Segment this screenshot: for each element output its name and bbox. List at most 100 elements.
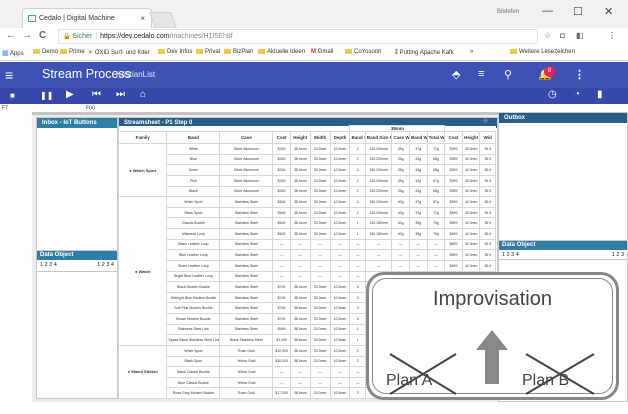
family-cell: ● Watch Edition [117, 344, 168, 400]
reload-icon[interactable]: C [39, 30, 46, 41]
browser-menu-icon[interactable]: ⋮ [608, 31, 616, 40]
table-cell: 42.0mm [461, 196, 481, 208]
bookmark-oxid[interactable]: ❦ OXID Surf- und Kiter [88, 49, 150, 56]
table-row[interactable]: Classic Buckle Stainless Steel $649 38.6mm 3… [119, 217, 496, 229]
table-cell: — [309, 366, 331, 378]
table-cell: 40g [391, 217, 410, 229]
table-cell: — [364, 249, 393, 261]
table-row[interactable]: Green Silver Aluminum $349 38.6mm 33.3mm 10.5… [119, 164, 496, 176]
bookmark-gmail[interactable]: M Gmail [311, 49, 333, 55]
folder-icon [196, 49, 203, 54]
address-bar-row: ← → C 🔒 Sicher | https://dev.cedalo.com/ma… [0, 28, 628, 46]
bookmark-apache-kafka[interactable]: ⁑ Putting Apache Kafk [395, 49, 454, 56]
function-label[interactable]: F(x) [86, 105, 95, 111]
url-input[interactable]: 🔒 Sicher | https://dev.cedalo.com/machines… [58, 29, 538, 44]
maximize-icon[interactable]: ☐ [573, 5, 583, 18]
tab-close-icon[interactable]: × [140, 9, 145, 28]
table-cell: 42.0mm [461, 217, 481, 229]
timer-icon[interactable]: ◔ [574, 89, 580, 100]
table-cell: 10.5mm [329, 281, 351, 293]
bookmark-prime[interactable]: Prime [60, 49, 85, 55]
table-header: Case [219, 131, 274, 144]
table-cell: Silver Aluminum [219, 185, 274, 198]
hamburger-menu-icon[interactable]: ≡ [5, 67, 13, 83]
table-cell: — [349, 249, 366, 261]
step-back-icon[interactable]: ⏮ [92, 89, 101, 100]
table-cell: 38.6mm [289, 164, 311, 176]
table-cell: 33.3mm [309, 281, 331, 293]
bookmark-privat[interactable]: Privat [196, 49, 220, 55]
pause-icon[interactable]: ❚❚ [40, 91, 53, 100]
bookmark-demo[interactable]: Demo [33, 49, 58, 55]
table-cell: — [329, 238, 351, 251]
table-cell: Blue Classic Buckle [166, 376, 221, 389]
browser-titlebar: Cedalo | Digital Machine × Bitdefen — ☐ … [0, 0, 628, 28]
table-cell: $349 [272, 174, 291, 187]
table-row[interactable]: Black Sport Stainless Steel $549 38.6mm 33.3… [119, 206, 496, 219]
table-cell: Stainless Steel [219, 217, 274, 229]
table-cell: Soft Pink Modern Buckle [166, 302, 221, 314]
bookmark-weitere[interactable]: Weitere Lesezeichen [510, 49, 575, 55]
connect-icon[interactable]: ⬘ [452, 68, 460, 81]
folder-icon [510, 49, 517, 54]
table-cell: 10.5mm [329, 228, 351, 240]
browser-tab[interactable]: Cedalo | Digital Machine × [22, 8, 152, 28]
table-cell: Stone Leather Loop [166, 259, 221, 272]
trash-icon[interactable]: ▮ [597, 89, 603, 100]
table-cell: 38.6mm [289, 387, 311, 399]
forward-icon[interactable]: → [22, 30, 32, 41]
table-cell: $699 [444, 238, 463, 251]
table-cell: 10.5mm [329, 164, 351, 176]
table-cell: Rose Gold [219, 387, 274, 399]
table-cell: 33.3mm [309, 334, 331, 346]
list-icon[interactable]: ≡ [478, 68, 484, 80]
clock-icon[interactable]: ◷ [548, 89, 557, 100]
table-row[interactable]: Blue Silver Aluminum $349 38.6mm 33.3mm 10.5m… [119, 153, 496, 166]
stop-icon[interactable]: ■ [10, 91, 15, 100]
table-cell: 42.0mm [461, 164, 481, 176]
table-cell: 35.9 [479, 217, 496, 229]
table-row[interactable]: ● Watch Sport White Silver Aluminum $349 38.… [117, 142, 496, 198]
table-cell: 33.3mm [309, 143, 331, 155]
table-row[interactable]: Black Silver Aluminum $349 38.6mm 33.3mm 10.5… [119, 185, 496, 198]
close-window-icon[interactable]: ✕ [604, 5, 613, 18]
table-row[interactable]: Black Leather Loop Stainless Steel — — — — — — —… [119, 238, 496, 251]
panel-settings-icon[interactable] [483, 118, 488, 123]
bookmark-star-icon[interactable]: ☆ [544, 31, 551, 40]
bookmark-aktuelle-ideen[interactable]: Aktuelle Ideen [258, 49, 305, 55]
table-row[interactable]: ● Watch White Sport Stainless Steel $549 38.… [117, 196, 496, 346]
table-cell: — [329, 376, 351, 389]
table-cell: 2 [349, 143, 366, 155]
step-forward-icon[interactable]: ⏭ [116, 89, 125, 100]
table-cell: 10.5mm [329, 196, 351, 208]
more-options-icon[interactable]: ⋮ [574, 68, 585, 81]
table-row[interactable]: Pink Silver Aluminum $349 38.6mm 33.3mm 10.5m… [119, 174, 496, 187]
bookmarks-overflow[interactable]: » [470, 49, 473, 55]
bookmark-bizplan[interactable]: BizPlan [224, 49, 253, 55]
bookmark-coyosoon[interactable]: CoYosoon [345, 49, 381, 55]
new-tab-button[interactable] [149, 12, 177, 28]
table-cell: Black Stainless Steel [219, 334, 274, 346]
search-icon[interactable]: ⚲ [504, 68, 512, 81]
back-icon[interactable]: ← [6, 30, 16, 41]
bookmark-apps[interactable]: ▦ Apps [2, 49, 24, 57]
process-toolbar: ■ ❚❚ ▶ ⏮ ⏭ ⌂ ◷ ◔ ▮ [0, 88, 628, 104]
outbox-data-object[interactable]: Data Object 1 2 3 4 1 2 3 [498, 240, 628, 260]
bookmark-dev-infos[interactable]: Dev Infos [158, 49, 192, 55]
table-cell: 10.5mm [329, 302, 351, 314]
minimize-icon[interactable]: — [542, 5, 553, 17]
cloud-icon[interactable]: ⌂ [140, 89, 146, 100]
table-row[interactable]: Stone Leather Loop Stainless Steel — — — — — — —… [119, 259, 496, 272]
table-cell: Black Sport [166, 355, 221, 368]
table-row[interactable]: Milanese Loop Stainless Steel $649 38.6mm 33… [119, 228, 496, 240]
extension-icon-2[interactable]: ◧ [576, 31, 584, 40]
table-row[interactable]: Blue Leather Loop Stainless Steel — — — — — — — —… [119, 249, 496, 261]
inbox-data-object[interactable]: Data Object 1 2 3 4 1 2 3 4 [36, 250, 118, 272]
table-cell: 75g [426, 228, 446, 240]
table-cell: 42.0mm [461, 174, 481, 187]
table-cell: Classic Buckle [166, 217, 221, 229]
extension-icon[interactable]: ◘ [560, 31, 565, 40]
table-cell: 10.5mm [329, 334, 351, 346]
play-icon[interactable]: ▶ [66, 89, 74, 100]
table-header: Band Sizes [349, 131, 366, 144]
